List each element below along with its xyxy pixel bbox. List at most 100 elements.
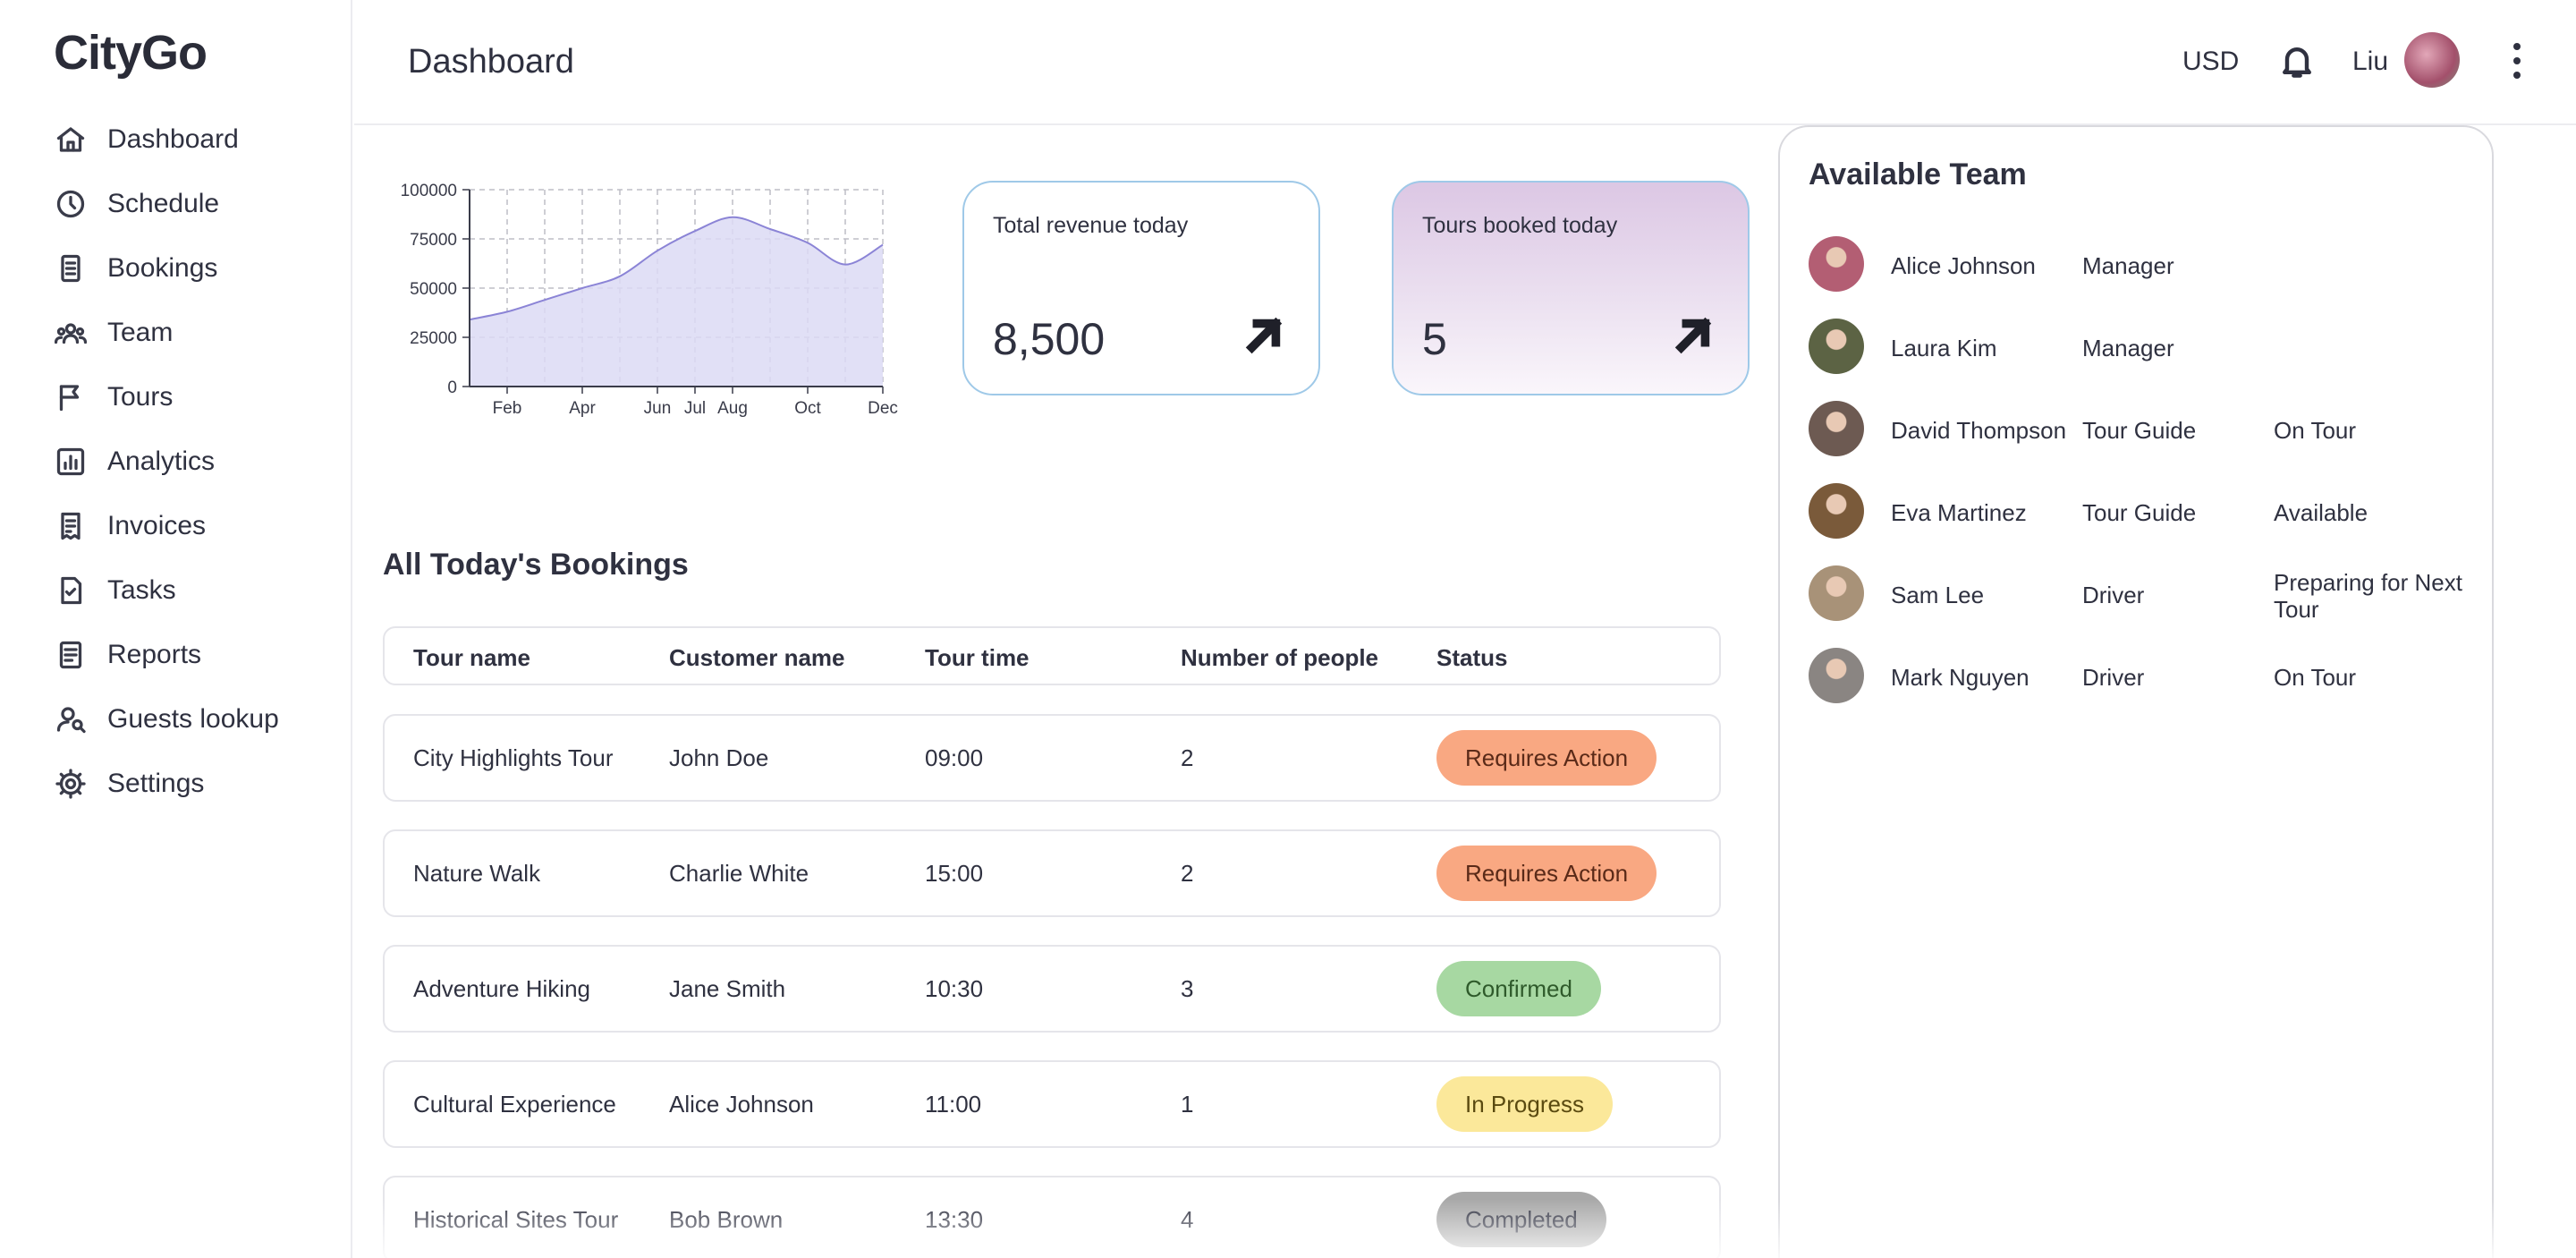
sidebar-item-dashboard[interactable]: Dashboard (54, 107, 279, 172)
sidebar-item-bookings[interactable]: Bookings (54, 236, 279, 301)
team-member[interactable]: Laura Kim Manager (1809, 319, 2470, 376)
status-badge[interactable]: Completed (1436, 1192, 1606, 1247)
cell-tour-time: 10:30 (925, 975, 984, 1002)
status-badge[interactable]: Confirmed (1436, 961, 1601, 1016)
team-member[interactable]: Alice Johnson Manager (1809, 236, 2470, 293)
member-role: Manager (2082, 335, 2174, 361)
reports-icon (54, 638, 88, 672)
sidebar-item-tours[interactable]: Tours (54, 365, 279, 429)
y-tick-label: 100000 (401, 182, 457, 200)
column-header[interactable]: Customer name (669, 644, 845, 672)
member-name: Eva Martinez (1891, 499, 2027, 526)
sidebar-item-schedule[interactable]: Schedule (54, 172, 279, 236)
cell-tour-name: Nature Walk (413, 860, 541, 887)
bookings-title: All Today's Bookings (383, 548, 689, 582)
sidebar-item-settings[interactable]: Settings (54, 752, 279, 816)
sidebar-item-reports[interactable]: Reports (54, 623, 279, 687)
app-logo[interactable]: CityGo (54, 25, 208, 81)
cell-people: 4 (1181, 1206, 1194, 1233)
sidebar-nav: Dashboard Schedule Bookings Team Tours A… (54, 107, 279, 816)
card-value: 5 (1422, 314, 1447, 364)
cell-tour-time: 13:30 (925, 1206, 984, 1233)
avatar (1809, 236, 1864, 292)
x-tick-label: Aug (717, 399, 748, 418)
invoice-icon (54, 509, 88, 543)
member-role: Driver (2082, 582, 2145, 608)
member-role: Manager (2082, 252, 2174, 279)
sidebar-item-analytics[interactable]: Analytics (54, 429, 279, 494)
sidebar-item-guests-lookup[interactable]: Guests lookup (54, 687, 279, 752)
chart-svg: 0 25000 50000 75000 100000 Feb Apr Jun Jul Aug Oct… (401, 182, 898, 418)
flag-icon (54, 380, 88, 414)
avatar (1809, 319, 1864, 374)
sidebar-item-team[interactable]: Team (54, 301, 279, 365)
column-header[interactable]: Tour name (413, 644, 530, 672)
sidebar-item-tasks[interactable]: Tasks (54, 558, 279, 623)
table-row[interactable]: Historical Sites Tour Bob Brown 13:30 4 … (383, 1176, 1721, 1258)
member-name: Mark Nguyen (1891, 664, 2029, 691)
team-member[interactable]: Sam Lee Driver Preparing for Next Tour (1809, 565, 2470, 623)
tours-booked-card[interactable]: Tours booked today 5 (1392, 181, 1750, 395)
member-name: Alice Johnson (1891, 252, 2036, 279)
cell-people: 3 (1181, 975, 1194, 1002)
cell-tour-time: 15:00 (925, 860, 984, 887)
member-role: Tour Guide (2082, 499, 2197, 526)
total-revenue-card[interactable]: Total revenue today 8,500 (962, 181, 1320, 395)
revenue-area-chart: 0 25000 50000 75000 100000 Feb Apr Jun Jul Aug Oct… (376, 170, 903, 429)
bookings-icon (54, 251, 88, 285)
team-member[interactable]: David Thompson Tour Guide On Tour (1809, 401, 2470, 458)
column-header[interactable]: Status (1436, 644, 1507, 672)
clock-icon (54, 187, 88, 221)
table-row[interactable]: Cultural Experience Alice Johnson 11:00 … (383, 1060, 1721, 1148)
table-row[interactable]: Nature Walk Charlie White 15:00 2 Requir… (383, 829, 1721, 917)
user-name[interactable]: Liu (2352, 47, 2388, 77)
member-name: Sam Lee (1891, 582, 1985, 608)
avatar[interactable] (2404, 32, 2460, 88)
column-header[interactable]: Number of people (1181, 644, 1378, 672)
status-badge[interactable]: Requires Action (1436, 846, 1657, 901)
available-team-panel: Available Team Alice Johnson Manager Lau… (1778, 125, 2494, 1258)
card-label: Total revenue today (993, 213, 1189, 238)
x-tick-label: Jun (644, 399, 672, 418)
table-row[interactable]: City Highlights Tour John Doe 09:00 2 Re… (383, 714, 1721, 802)
gear-icon (54, 767, 88, 801)
sidebar-item-label: Analytics (107, 446, 216, 476)
area-fill (470, 217, 883, 387)
member-status: Available (2274, 499, 2368, 526)
cell-customer-name: Bob Brown (669, 1206, 784, 1233)
sidebar-item-label: Invoices (107, 511, 207, 540)
y-tick-label: 75000 (410, 231, 457, 250)
team-member[interactable]: Eva Martinez Tour Guide Available (1809, 483, 2470, 540)
x-tick-label: Feb (493, 399, 522, 418)
arrow-up-right-icon[interactable] (1243, 315, 1284, 356)
cell-people: 2 (1181, 744, 1194, 771)
sidebar-item-invoices[interactable]: Invoices (54, 494, 279, 558)
table-row[interactable]: Adventure Hiking Jane Smith 10:30 3 Conf… (383, 945, 1721, 1033)
card-label: Tours booked today (1422, 213, 1618, 238)
team-member[interactable]: Mark Nguyen Driver On Tour (1809, 648, 2470, 705)
cell-customer-name: Jane Smith (669, 975, 786, 1002)
x-tick-label: Jul (684, 399, 706, 418)
cell-people: 1 (1181, 1091, 1194, 1118)
y-tick-label: 50000 (410, 280, 457, 299)
sidebar-item-label: Reports (107, 640, 202, 669)
sidebar-item-label: Bookings (107, 253, 218, 283)
status-badge[interactable]: Requires Action (1436, 730, 1657, 786)
member-name: David Thompson (1891, 417, 2067, 444)
status-badge[interactable]: In Progress (1436, 1076, 1613, 1132)
bookings-table-header: Tour name Customer name Tour time Number… (383, 626, 1721, 685)
member-role: Driver (2082, 664, 2145, 691)
column-header[interactable]: Tour time (925, 644, 1030, 672)
cell-customer-name: Charlie White (669, 860, 809, 887)
arrow-up-right-icon[interactable] (1673, 315, 1714, 356)
home-icon (54, 123, 88, 157)
sidebar-item-label: Schedule (107, 189, 220, 218)
member-status: Preparing for Next Tour (2274, 569, 2462, 623)
team-icon (54, 316, 88, 350)
cell-customer-name: John Doe (669, 744, 769, 771)
avatar (1809, 401, 1864, 456)
more-menu-icon[interactable] (2508, 39, 2526, 82)
currency-selector[interactable]: USD (2182, 47, 2239, 77)
bell-icon[interactable] (2277, 41, 2317, 81)
member-status: On Tour (2274, 664, 2357, 691)
